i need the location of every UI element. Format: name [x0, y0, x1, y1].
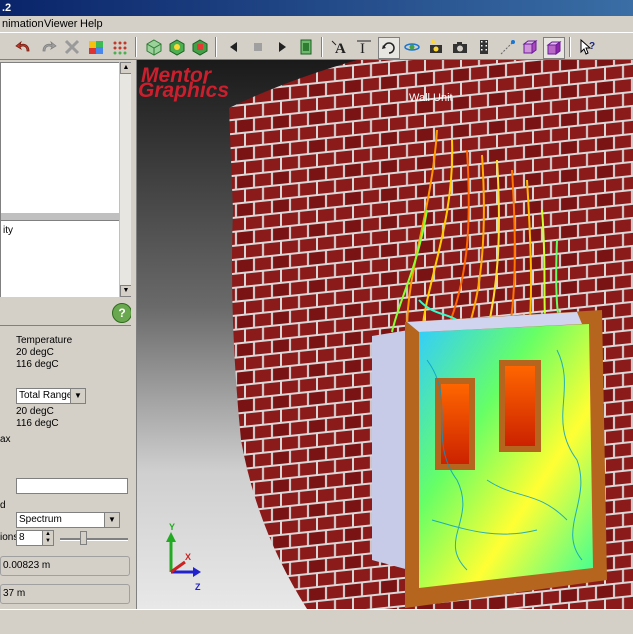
max-label: ax — [0, 434, 11, 445]
spin-down-icon[interactable]: ▼ — [42, 538, 53, 545]
range-select[interactable]: Total Range ▼ — [16, 388, 86, 404]
undo-icon[interactable] — [14, 37, 34, 57]
range-select-value: Total Range — [19, 390, 73, 401]
cube-views-icon[interactable] — [167, 37, 187, 57]
variable-value: Temperature — [16, 335, 73, 346]
divisions-slider-track[interactable] — [60, 538, 128, 541]
max-value: 116 degC — [16, 359, 59, 370]
help-cursor-icon[interactable]: ? — [578, 37, 598, 57]
cube-views-icon[interactable] — [144, 37, 164, 57]
record-icon[interactable] — [296, 37, 316, 57]
svg-text:A: A — [335, 41, 346, 56]
range-max-value: 116 degC — [16, 418, 59, 429]
text-icon[interactable]: A — [330, 37, 350, 57]
grid-dots-icon[interactable] — [110, 37, 130, 57]
name-label: d — [0, 500, 6, 511]
toolbar-separator — [135, 37, 137, 57]
play-forward-icon[interactable] — [272, 37, 292, 57]
toolbar-separator — [321, 37, 323, 57]
window-title: .2 — [2, 2, 12, 14]
name-field[interactable] — [16, 478, 128, 494]
range-min-value: 20 degC — [16, 406, 54, 417]
results-tree[interactable]: ity — [0, 220, 120, 299]
sparkle-icon[interactable] — [498, 37, 518, 57]
tree-item-label[interactable]: ity — [3, 225, 13, 236]
scene-graphic[interactable]: Mentor Graphics Wall Unit Y X Z — [137, 60, 633, 609]
help-icon[interactable]: ? — [112, 303, 132, 323]
menu-viewer[interactable]: Viewer — [44, 16, 77, 32]
model-tree[interactable] — [0, 62, 120, 223]
camera-icon[interactable] — [450, 37, 470, 57]
left-panel: ity ▲ ▼ ? Temperature 20 degC 116 degC T… — [0, 60, 137, 609]
coordinate-readout: 0.00823 m — [0, 556, 130, 576]
window-title-bar[interactable]: .2 — [0, 0, 633, 16]
min-value: 20 degC — [16, 347, 54, 358]
play-back-icon[interactable] — [224, 37, 244, 57]
axis-y-label: Y — [169, 522, 175, 532]
toolbar-separator — [215, 37, 217, 57]
unit-side-panel — [372, 330, 409, 570]
colormap-select[interactable]: Spectrum ▼ — [16, 512, 120, 528]
svg-text:I: I — [360, 41, 365, 56]
cube-views-icon[interactable] — [190, 37, 210, 57]
logo-line2: Graphics — [138, 79, 229, 102]
axis-triad: Y X Z — [166, 522, 201, 592]
box-3d-icon[interactable] — [543, 37, 565, 59]
spin-icon[interactable] — [402, 37, 422, 57]
color-palette-icon[interactable] — [86, 37, 106, 57]
divisions-stepper[interactable]: 8 ▲ ▼ — [16, 530, 54, 546]
stop-icon[interactable] — [248, 37, 268, 57]
coordinate-readout: 37 m — [0, 584, 130, 604]
text-icon[interactable]: I — [354, 37, 374, 57]
status-bar — [0, 609, 633, 634]
svg-text:?: ? — [589, 41, 595, 52]
chevron-down-icon[interactable]: ▼ — [104, 513, 119, 527]
rotate-icon[interactable] — [378, 37, 400, 59]
divisions-slider-thumb[interactable] — [80, 531, 87, 545]
axis-x-label: X — [185, 552, 191, 562]
colormap-select-value: Spectrum — [19, 514, 62, 525]
axis-z-label: Z — [195, 582, 201, 592]
object-label: Wall Unit — [409, 92, 453, 104]
3d-viewport[interactable]: Mentor Graphics Wall Unit Y X Z — [137, 60, 633, 609]
chevron-down-icon[interactable]: ▼ — [70, 389, 85, 403]
redo-icon[interactable] — [38, 37, 58, 57]
menu-help[interactable]: Help — [80, 16, 103, 32]
delete-icon[interactable] — [62, 37, 82, 57]
right-heater — [505, 366, 535, 446]
toolbar: A I ? — [0, 32, 633, 60]
toolbar-separator — [569, 37, 571, 57]
left-heater — [441, 384, 469, 464]
menu-bar: nimation Viewer Help — [0, 16, 633, 32]
film-icon[interactable] — [474, 37, 494, 57]
spin-up-icon[interactable]: ▲ — [42, 531, 53, 538]
box-icon[interactable] — [520, 37, 540, 57]
menu-animation[interactable]: nimation — [2, 16, 44, 32]
camera-lights-icon[interactable] — [426, 37, 446, 57]
